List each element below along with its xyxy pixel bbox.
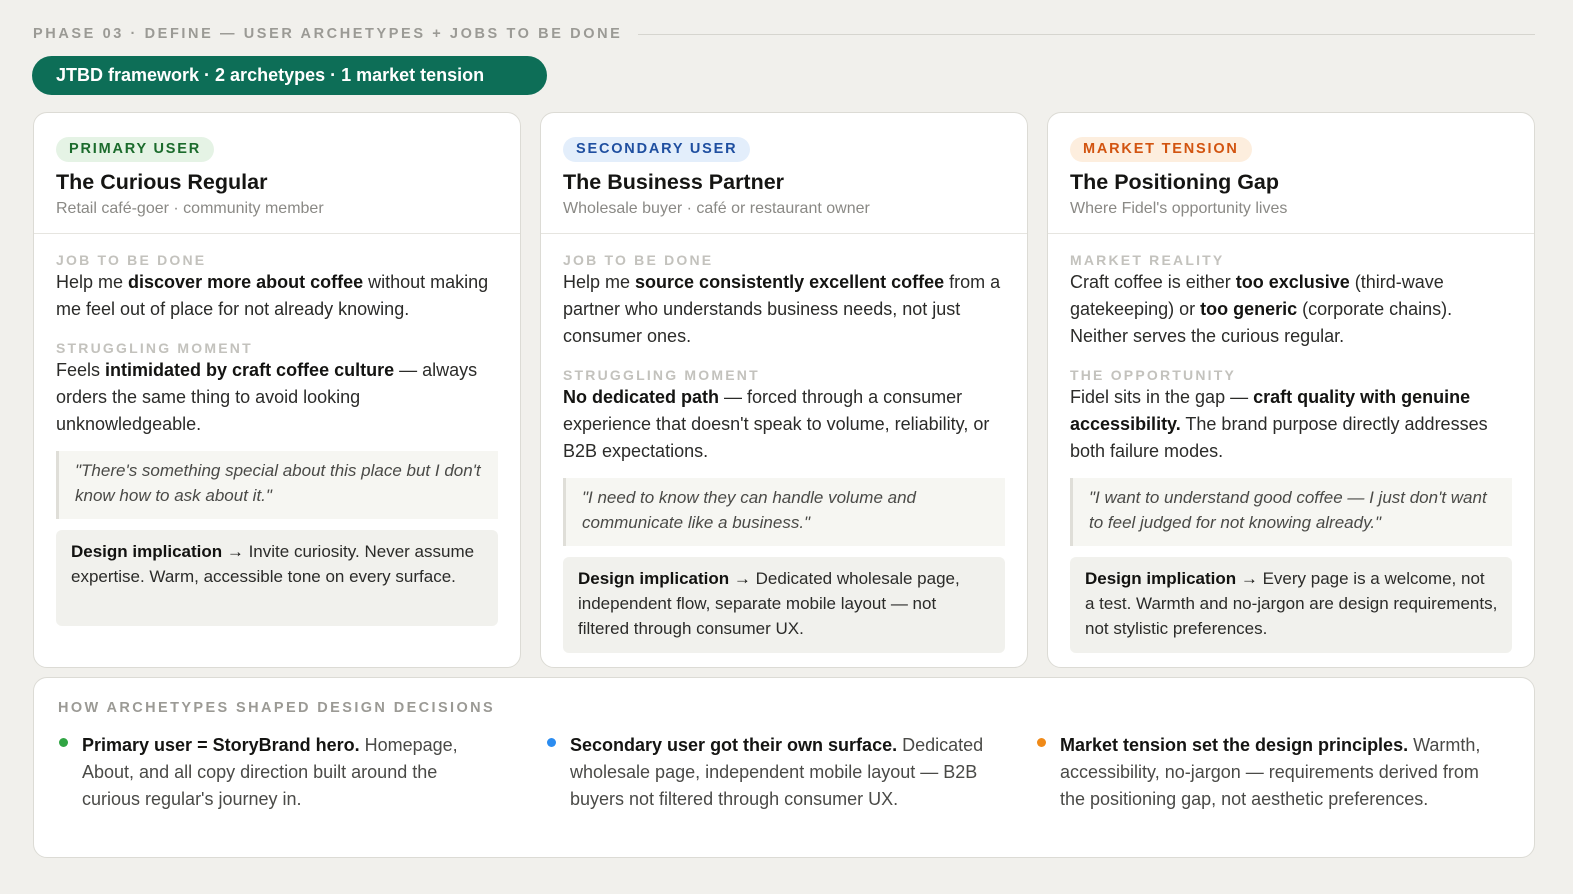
card-title: The Business Partner	[563, 170, 785, 194]
market-tension-badge: MARKET TENSION	[1070, 137, 1252, 162]
design-implication: Design implication → Invite curiosity. N…	[56, 530, 498, 626]
decision-item-market: Market tension set the design principles…	[1037, 732, 1507, 813]
section-label: STRUGGLING MOMENT	[56, 340, 253, 356]
decision-text: Primary user = StoryBrand hero. Homepage…	[82, 735, 458, 809]
orange-dot-icon	[1037, 738, 1046, 747]
section-label: JOB TO BE DONE	[563, 252, 714, 268]
user-quote: "I need to know they can handle volume a…	[563, 478, 1005, 546]
card-market-tension: MARKET TENSION The Positioning Gap Where…	[1047, 112, 1535, 668]
section-label: MARKET REALITY	[1070, 252, 1225, 268]
design-decisions-panel: HOW ARCHETYPES SHAPED DESIGN DECISIONS P…	[33, 677, 1535, 858]
design-implication: Design implication → Every page is a wel…	[1070, 557, 1512, 653]
job-to-be-done-text: Help me discover more about coffee witho…	[56, 272, 489, 319]
phase-divider	[638, 33, 1535, 35]
section-label: THE OPPORTUNITY	[1070, 367, 1237, 383]
decision-item-primary: Primary user = StoryBrand hero. Homepage…	[59, 732, 499, 813]
section-label: STRUGGLING MOMENT	[563, 367, 760, 383]
decision-text: Secondary user got their own surface. De…	[570, 735, 984, 809]
phase-label: PHASE 03 · DEFINE — USER ARCHETYPES + JO…	[33, 26, 623, 42]
card-body: JOB TO BE DONE Help me source consistent…	[541, 253, 1027, 653]
decision-text: Market tension set the design principles…	[1060, 735, 1481, 809]
primary-user-badge: PRIMARY USER	[56, 137, 214, 162]
market-reality-text: Craft coffee is either too exclusive (th…	[1070, 272, 1453, 346]
struggling-moment-text: No dedicated path — forced through a con…	[563, 387, 990, 461]
opportunity-text: Fidel sits in the gap — craft quality wi…	[1070, 387, 1488, 461]
card-primary-user: PRIMARY USER The Curious Regular Retail …	[33, 112, 521, 668]
blue-dot-icon	[547, 738, 556, 747]
secondary-user-badge: SECONDARY USER	[563, 137, 751, 162]
card-subtitle: Retail café-goer · community member	[56, 200, 324, 217]
card-header: MARKET TENSION The Positioning Gap Where…	[1048, 113, 1534, 234]
design-implication: Design implication → Dedicated wholesale…	[563, 557, 1005, 653]
card-secondary-user: SECONDARY USER The Business Partner Whol…	[540, 112, 1028, 668]
green-dot-icon	[59, 738, 68, 747]
card-header: SECONDARY USER The Business Partner Whol…	[541, 113, 1027, 234]
card-subtitle: Where Fidel's opportunity lives	[1070, 200, 1288, 217]
struggling-moment-text: Feels intimidated by craft coffee cultur…	[56, 360, 478, 434]
card-subtitle: Wholesale buyer · café or restaurant own…	[563, 200, 870, 217]
user-quote: "There's something special about this pl…	[56, 451, 498, 519]
card-body: MARKET REALITY Craft coffee is either to…	[1048, 253, 1534, 653]
phase-header: PHASE 03 · DEFINE — USER ARCHETYPES + JO…	[33, 24, 1535, 44]
card-title: The Curious Regular	[56, 170, 268, 194]
job-to-be-done-text: Help me source consistently excellent co…	[563, 272, 1001, 346]
framework-pill: JTBD framework · 2 archetypes · 1 market…	[32, 56, 547, 95]
section-label: JOB TO BE DONE	[56, 252, 207, 268]
card-header: PRIMARY USER The Curious Regular Retail …	[34, 113, 520, 234]
card-title: The Positioning Gap	[1070, 170, 1280, 194]
decision-item-secondary: Secondary user got their own surface. De…	[547, 732, 1027, 813]
decisions-label: HOW ARCHETYPES SHAPED DESIGN DECISIONS	[58, 700, 496, 716]
user-quote: "I want to understand good coffee — I ju…	[1070, 478, 1512, 546]
card-body: JOB TO BE DONE Help me discover more abo…	[34, 253, 520, 626]
